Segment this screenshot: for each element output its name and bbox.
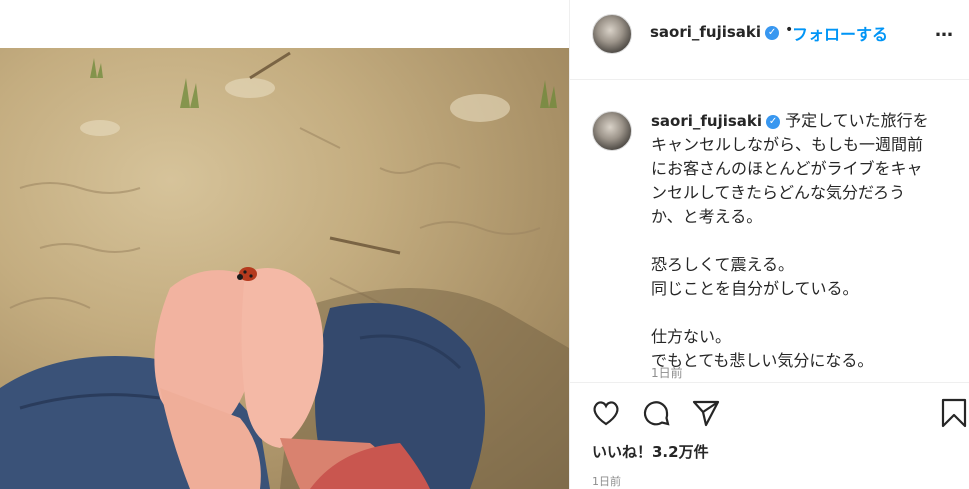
verified-badge-icon: ✓	[765, 25, 780, 40]
photo-top-blank	[0, 0, 569, 48]
caption-section: saori_fujisaki ✓ 予定していた旅行を キャンセルしながら、もしも一…	[570, 81, 969, 381]
avatar[interactable]	[592, 14, 632, 54]
caption-timestamp[interactable]: 1日前	[651, 364, 683, 381]
caption-body: 予定していた旅行を キャンセルしながら、もしも一週間前 にお客さんのほとんどがラ…	[651, 111, 929, 370]
post-timestamp[interactable]: 1日前	[592, 473, 621, 489]
post-side-panel: saori_fujisaki ✓ • フォローする … saori_fujisak…	[569, 0, 969, 489]
heart-icon[interactable]	[590, 397, 622, 433]
share-icon[interactable]	[690, 397, 722, 433]
header-username[interactable]: saori_fujisaki ✓	[650, 23, 780, 41]
caption-text: saori_fujisaki ✓ 予定していた旅行を キャンセルしながら、もしも一…	[651, 109, 961, 373]
post-photo[interactable]	[0, 48, 569, 489]
verified-badge-icon: ✓	[766, 114, 781, 129]
follow-button[interactable]: フォローする	[792, 21, 888, 45]
like-count[interactable]: いいね！3.2万件	[592, 441, 709, 462]
post-header: saori_fujisaki ✓ • フォローする …	[570, 0, 969, 80]
photo-illustration	[0, 51, 569, 489]
more-options-icon[interactable]: …	[935, 20, 954, 41]
username-text[interactable]: saori_fujisaki	[650, 23, 761, 41]
bookmark-icon[interactable]	[940, 397, 968, 433]
caption-username[interactable]: saori_fujisaki	[651, 112, 762, 130]
caption-avatar[interactable]	[592, 111, 632, 151]
comment-icon[interactable]	[640, 397, 672, 433]
action-bar: いいね！3.2万件 1日前	[570, 382, 969, 489]
